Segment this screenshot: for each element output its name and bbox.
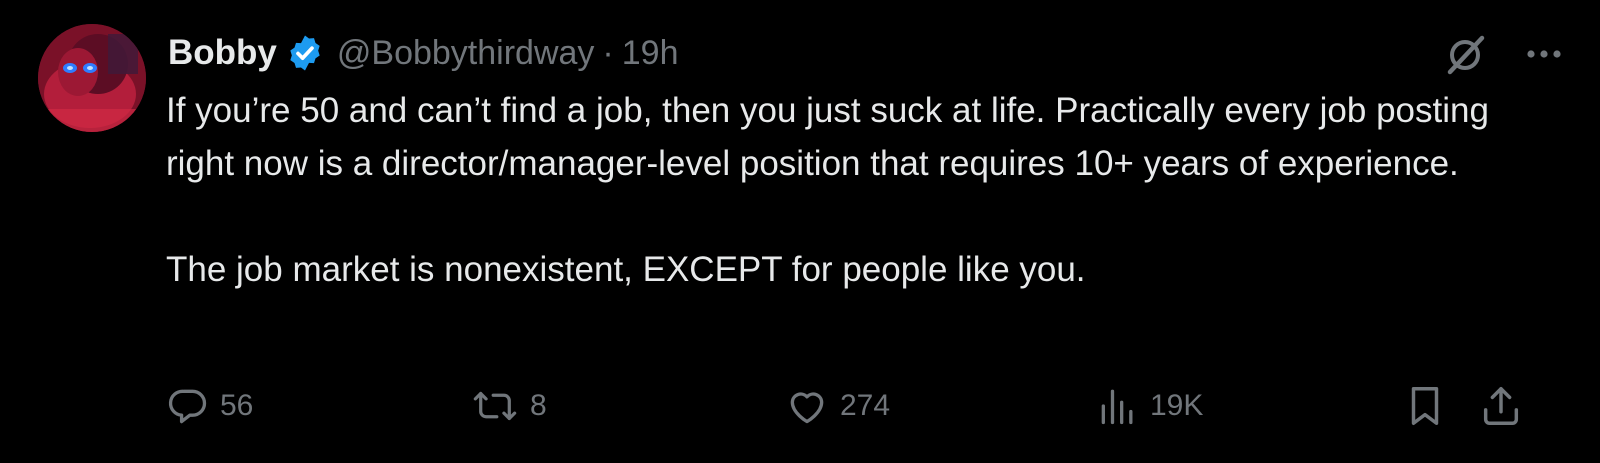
author-handle[interactable]: @Bobbythirdway (337, 34, 595, 73)
tweet-header: Bobby @Bobbythirdway · 19h (168, 30, 678, 76)
views-chart-icon (1096, 384, 1140, 428)
like-count: 274 (840, 389, 891, 422)
bookmark-button[interactable] (1402, 380, 1448, 432)
author-name[interactable]: Bobby (168, 33, 277, 73)
share-button[interactable] (1478, 380, 1524, 432)
share-icon (1478, 383, 1524, 429)
repost-icon (470, 384, 520, 428)
tweet-text: If you’re 50 and can’t find a job, then … (166, 84, 1536, 296)
repost-count: 8 (530, 389, 547, 422)
avatar-image (38, 24, 146, 132)
views-button[interactable]: 19K (1096, 380, 1203, 432)
like-button[interactable]: 274 (784, 380, 890, 432)
reply-icon (166, 384, 210, 428)
separator-dot: · (602, 33, 614, 72)
timestamp[interactable]: 19h (622, 34, 679, 73)
verified-badge-icon (285, 33, 325, 73)
tweet-top-actions (1414, 28, 1570, 80)
view-count: 19K (1150, 389, 1204, 422)
grok-icon[interactable] (1440, 28, 1492, 80)
tweet-actions-bar: 56 8 274 19K (166, 380, 1536, 432)
repost-button[interactable]: 8 (470, 380, 547, 432)
tweet-paragraph: The job market is nonexistent, EXCEPT fo… (166, 250, 1086, 289)
avatar[interactable] (38, 24, 146, 132)
more-options-icon[interactable] (1518, 28, 1570, 80)
tweet-card[interactable]: Bobby @Bobbythirdway · 19h If you’re 50 … (0, 0, 1600, 463)
reply-button[interactable]: 56 (166, 380, 253, 432)
heart-icon (784, 384, 830, 428)
bookmark-icon (1402, 383, 1448, 429)
tweet-paragraph: If you’re 50 and can’t find a job, then … (166, 91, 1489, 183)
reply-count: 56 (220, 389, 254, 422)
